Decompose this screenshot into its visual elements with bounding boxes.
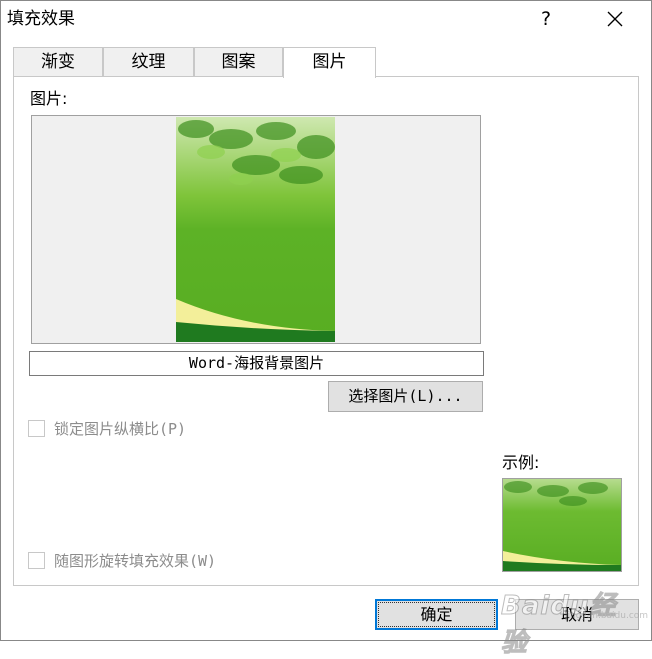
- lock-aspect-checkbox[interactable]: 锁定图片纵横比(P): [28, 418, 228, 440]
- select-picture-button[interactable]: 选择图片(L)...: [328, 381, 483, 412]
- tab-strip: 渐变 纹理 图案 图片: [13, 47, 643, 78]
- tab-label: 图案: [221, 52, 256, 72]
- help-button[interactable]: ?: [526, 3, 566, 35]
- tab-label: 图片: [312, 52, 347, 72]
- title-bar: 填充效果 ?: [1, 1, 651, 37]
- fill-effects-dialog: 填充效果 ? 渐变 纹理 图案 图片 图片: Word-海报背景图片 选择图片(…: [0, 0, 652, 659]
- help-icon: ?: [540, 8, 552, 30]
- rotate-with-shape-checkbox[interactable]: 随图形旋转填充效果(W): [28, 550, 258, 572]
- ok-button[interactable]: 确定: [375, 599, 498, 630]
- picture-panel: 图片: Word-海报背景图片 选择图片(L)... 锁定图片纵横比(P) 示例…: [13, 76, 639, 586]
- sample-preview: [502, 478, 622, 572]
- tab-gradient[interactable]: 渐变: [13, 47, 103, 76]
- tab-label: 纹理: [131, 52, 166, 72]
- close-icon: [607, 11, 623, 27]
- rotate-with-shape-label: 随图形旋转填充效果(W): [54, 552, 217, 570]
- cancel-button[interactable]: 取消: [515, 599, 639, 630]
- tab-picture[interactable]: 图片: [283, 47, 376, 78]
- close-button[interactable]: [593, 3, 637, 35]
- picture-label: 图片:: [30, 89, 68, 108]
- tab-pattern[interactable]: 图案: [194, 47, 283, 76]
- tab-texture[interactable]: 纹理: [103, 47, 194, 76]
- picture-file-name: Word-海报背景图片: [29, 351, 484, 376]
- dialog-title: 填充效果: [7, 9, 75, 29]
- checkbox-box[interactable]: [28, 552, 45, 569]
- poster-image: [176, 117, 335, 342]
- cancel-label: 取消: [560, 605, 593, 624]
- focus-ring: [378, 602, 495, 627]
- tab-label: 渐变: [41, 52, 75, 72]
- picture-preview: [31, 115, 481, 344]
- checkbox-box[interactable]: [28, 420, 45, 437]
- sample-label: 示例:: [502, 453, 540, 472]
- lock-aspect-label: 锁定图片纵横比(P): [54, 420, 187, 438]
